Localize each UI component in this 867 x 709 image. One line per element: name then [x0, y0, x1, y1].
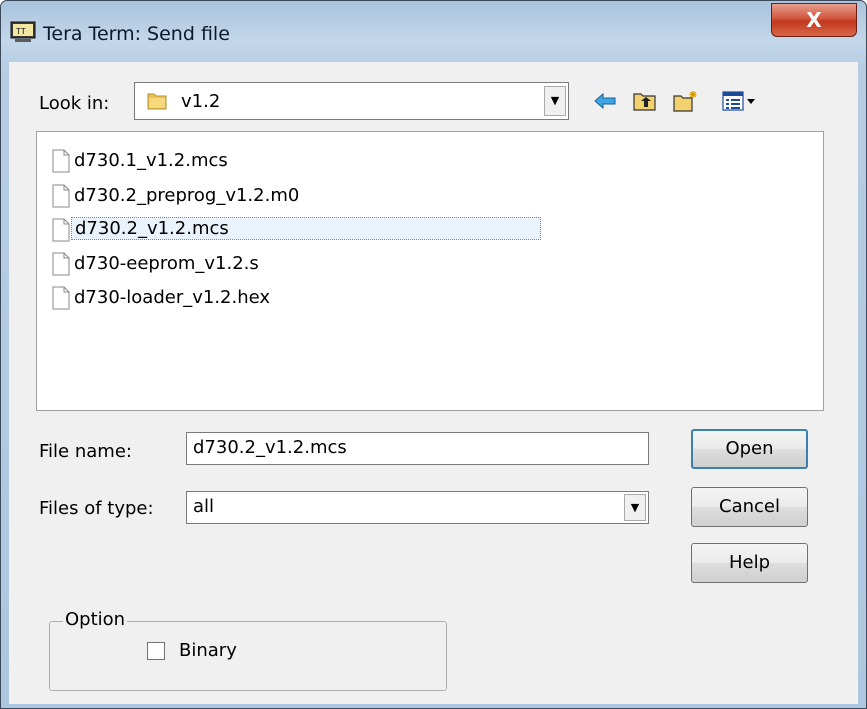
file-name: d730.1_v1.2.mcs: [74, 150, 228, 171]
file-type-label: Files of type:: [39, 498, 154, 519]
option-group: [49, 621, 447, 691]
help-button[interactable]: Help: [691, 543, 808, 583]
look-in-dropdown-button[interactable]: ▼: [544, 86, 566, 116]
close-button[interactable]: X: [771, 3, 857, 37]
file-list[interactable]: d730.1_v1.2.mcs d730.2_preprog_v1.2.m0 d…: [36, 131, 824, 411]
file-name: d730-eeprom_v1.2.s: [74, 253, 259, 274]
look-in-dropdown[interactable]: v1.2 ▼: [134, 82, 569, 120]
send-file-dialog: TT Tera Term: Send file X Look in: v1.2 …: [0, 0, 867, 709]
tera-term-icon: TT: [10, 21, 36, 42]
file-name-label: File name:: [39, 441, 132, 462]
open-button[interactable]: Open: [691, 429, 808, 469]
document-icon: [52, 184, 70, 208]
window-title: Tera Term: Send file: [43, 23, 230, 45]
look-in-value: v1.2: [181, 91, 221, 112]
file-type-value: all: [193, 496, 215, 517]
close-icon: X: [806, 8, 822, 32]
back-icon[interactable]: [591, 89, 619, 113]
file-name: d730.2_v1.2.mcs: [71, 217, 541, 240]
svg-text:TT: TT: [16, 27, 26, 36]
binary-checkbox[interactable]: [147, 642, 165, 660]
file-type-select[interactable]: all ▼: [186, 491, 649, 524]
file-name: d730.2_preprog_v1.2.m0: [74, 185, 300, 206]
chevron-down-icon: ▼: [630, 501, 640, 514]
document-icon: [52, 252, 70, 276]
file-name: d730-loader_v1.2.hex: [74, 287, 271, 308]
document-icon: [52, 286, 70, 310]
file-name-input[interactable]: d730.2_v1.2.mcs: [186, 432, 649, 465]
chevron-down-icon: ▼: [550, 94, 560, 107]
new-folder-icon[interactable]: [671, 89, 699, 113]
look-in-label: Look in:: [39, 93, 110, 114]
folder-icon: [147, 93, 167, 110]
title-bar[interactable]: TT Tera Term: Send file X: [1, 1, 866, 61]
file-type-dropdown-button[interactable]: ▼: [624, 494, 646, 521]
up-folder-icon[interactable]: [631, 89, 659, 113]
binary-checkbox-label[interactable]: Binary: [179, 640, 237, 661]
cancel-button[interactable]: Cancel: [691, 487, 808, 527]
option-group-label: Option: [63, 609, 128, 630]
document-icon: [52, 149, 70, 173]
view-menu-icon[interactable]: [721, 89, 761, 113]
document-icon: [52, 218, 70, 242]
